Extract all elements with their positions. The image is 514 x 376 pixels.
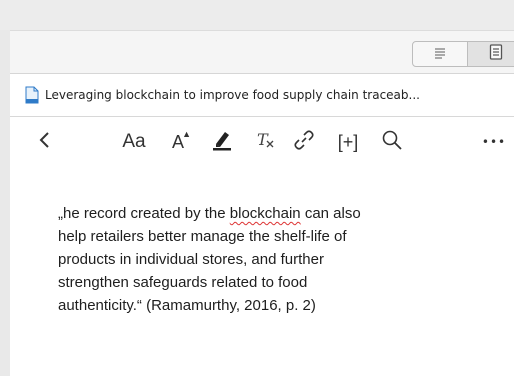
highlight-button[interactable]	[208, 127, 236, 157]
quote-line-1: „he record created by the blockchain can…	[58, 205, 361, 222]
link-button[interactable]	[290, 127, 318, 157]
clear-format-button[interactable]: T	[252, 127, 280, 157]
highlighter-icon	[211, 129, 233, 155]
search-icon	[381, 129, 403, 155]
view-toggle	[412, 41, 514, 67]
quote-text[interactable]: „he record created by the blockchain can…	[58, 202, 478, 317]
quote-line-2: help retailers better manage the shelf-l…	[58, 228, 347, 245]
document-view-icon	[489, 44, 503, 64]
document-view-button[interactable]	[468, 41, 514, 67]
quote-line-4: strengthen safeguards related to food	[58, 274, 308, 291]
clear-format-icon: T	[255, 130, 277, 154]
document-icon	[25, 86, 39, 104]
more-icon: •••	[481, 135, 507, 149]
link-icon	[293, 129, 315, 155]
document-tab[interactable]: Leveraging blockchain to improve food su…	[10, 74, 514, 117]
left-panel-edge	[0, 30, 10, 376]
more-button[interactable]: •••	[476, 127, 512, 157]
quote-line-5: authenticity.“ (Ramamurthy, 2016, p. 2)	[58, 297, 316, 314]
text-view-button[interactable]	[412, 41, 468, 67]
font-icon: Aa	[122, 131, 146, 152]
font-button[interactable]: Aa	[118, 127, 150, 157]
view-bar	[10, 31, 514, 74]
font-size-icon: A ▲	[171, 128, 191, 152]
window-top-bar	[0, 0, 514, 31]
insert-button[interactable]: [+]	[332, 127, 364, 157]
font-size-button[interactable]: A ▲	[164, 127, 192, 157]
search-button[interactable]	[378, 127, 406, 157]
quote-line-3: products in individual stores, and furth…	[58, 251, 324, 268]
reader-toolbar: Aa A ▲ T [+] •••	[10, 117, 514, 167]
back-chevron-icon	[38, 131, 50, 153]
back-button[interactable]	[32, 127, 56, 157]
text-lines-icon	[433, 45, 447, 64]
tab-title: Leveraging blockchain to improve food su…	[45, 88, 420, 102]
reading-pane[interactable]: „he record created by the blockchain can…	[10, 168, 514, 376]
insert-icon: [+]	[337, 131, 359, 152]
misspelled-word[interactable]: blockchain	[230, 205, 301, 222]
